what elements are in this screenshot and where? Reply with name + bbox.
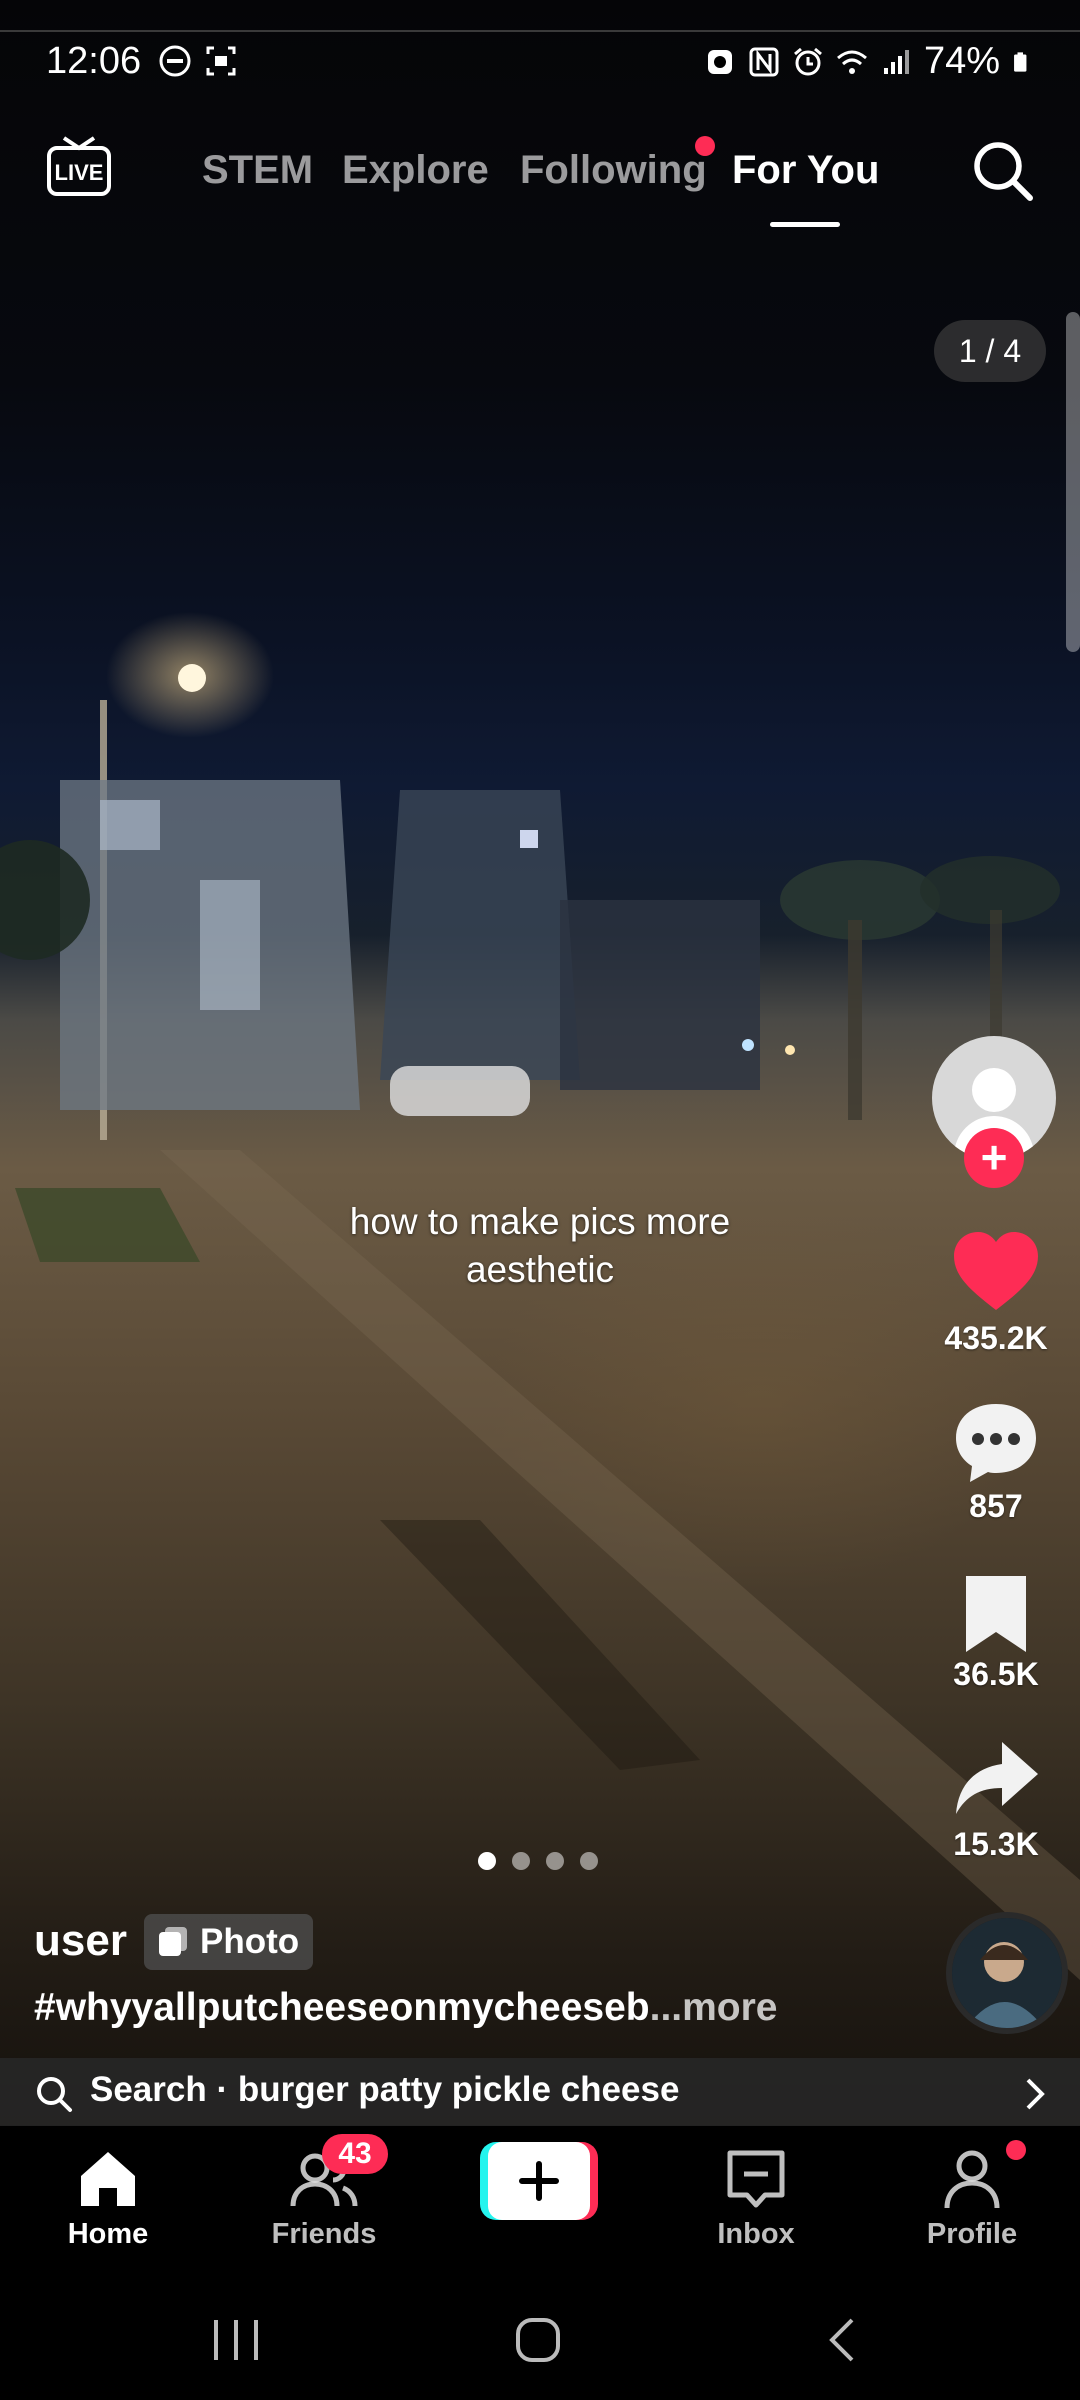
nfc-icon (749, 47, 779, 76)
heart-icon[interactable] (950, 1226, 1042, 1318)
nav-inbox[interactable]: Inbox (676, 2144, 836, 2251)
photo-caption-overlay: how to make pics more aesthetic (349, 1201, 731, 1290)
post-hashtag[interactable]: #whyyallputcheeseonmycheeseb (34, 1986, 650, 2029)
battery-percent: 74% (923, 40, 1000, 82)
screen-record-icon (204, 44, 238, 78)
follow-button[interactable]: + (964, 1128, 1024, 1188)
nav-friends-label: Friends (271, 2218, 377, 2250)
signal-icon (883, 49, 909, 74)
share-icon[interactable] (950, 1734, 1042, 1826)
carousel-indicator (478, 1852, 598, 1870)
feed-header: LIVE STEM Explore Following For You (0, 120, 1080, 240)
nav-home-label: Home (67, 2218, 149, 2250)
inbox-icon (727, 2150, 785, 2208)
post-username[interactable]: user (34, 1916, 127, 1966)
wifi-icon (836, 50, 867, 74)
carousel-dot[interactable] (512, 1852, 530, 1870)
tab-stem[interactable]: STEM (202, 148, 313, 193)
chevron-right-icon (1026, 2078, 1045, 2110)
status-bar: 12:06 74% (0, 30, 1080, 94)
status-time: 12:06 (46, 40, 142, 82)
music-disc[interactable] (946, 1912, 1068, 2034)
photo-page-counter: 1 / 4 (934, 320, 1046, 382)
nav-inbox-label: Inbox (717, 2218, 795, 2250)
tab-explore[interactable]: Explore (342, 148, 489, 193)
photo-badge: Photo (144, 1914, 314, 1970)
live-icon[interactable]: LIVE (46, 134, 112, 200)
photo-badge-label: Photo (200, 1922, 300, 1961)
carousel-dot[interactable] (478, 1852, 496, 1870)
active-tab-indicator (770, 222, 840, 227)
back-icon[interactable] (824, 2316, 860, 2364)
post-photo[interactable] (0, 0, 1080, 2125)
carousel-dot[interactable] (546, 1852, 564, 1870)
home-icon (81, 2152, 135, 2206)
battery-icon (1014, 51, 1027, 72)
search-small-icon (37, 2077, 72, 2112)
search-suggestion-bar[interactable]: Search · burger patty pickle cheese (0, 2058, 1080, 2128)
following-notification-dot (695, 136, 715, 156)
share-count: 15.3K (953, 1826, 1039, 1862)
save-count: 36.5K (953, 1656, 1039, 1692)
bookmark-icon[interactable] (950, 1568, 1042, 1660)
like-count: 435.2K (944, 1320, 1048, 1356)
more-link[interactable]: ...more (650, 1986, 778, 2029)
alarm-icon (793, 47, 822, 75)
nav-profile-label: Profile (926, 2218, 1018, 2250)
nav-profile[interactable]: Profile (892, 2144, 1052, 2251)
tab-following[interactable]: Following (520, 148, 707, 193)
friends-badge: 43 (322, 2134, 388, 2174)
tab-for-you[interactable]: For You (732, 148, 879, 193)
dnd-icon (158, 44, 192, 78)
app-notification-icon (707, 49, 732, 74)
profile-icon (944, 2150, 1000, 2209)
photo-stack-icon (159, 1927, 187, 1956)
comment-icon[interactable] (950, 1398, 1042, 1490)
svg-text:LIVE: LIVE (55, 160, 104, 185)
status-icons: 74% (704, 40, 1034, 83)
create-button[interactable] (480, 2142, 598, 2220)
post-description[interactable]: #whyyallputcheeseonmycheeseb...more (34, 1986, 777, 2030)
nav-home[interactable]: Home (28, 2144, 188, 2251)
comment-count: 857 (969, 1488, 1023, 1524)
feed-scrollbar[interactable] (1066, 312, 1080, 652)
system-nav-bar (0, 2268, 1080, 2400)
carousel-dot[interactable] (580, 1852, 598, 1870)
profile-notification-dot (1006, 2140, 1026, 2160)
home-system-icon[interactable] (514, 2316, 562, 2364)
recent-apps-icon[interactable] (206, 2318, 266, 2362)
search-icon[interactable] (970, 138, 1036, 204)
search-suggestion-text[interactable]: Search · burger patty pickle cheese (90, 2070, 679, 2110)
